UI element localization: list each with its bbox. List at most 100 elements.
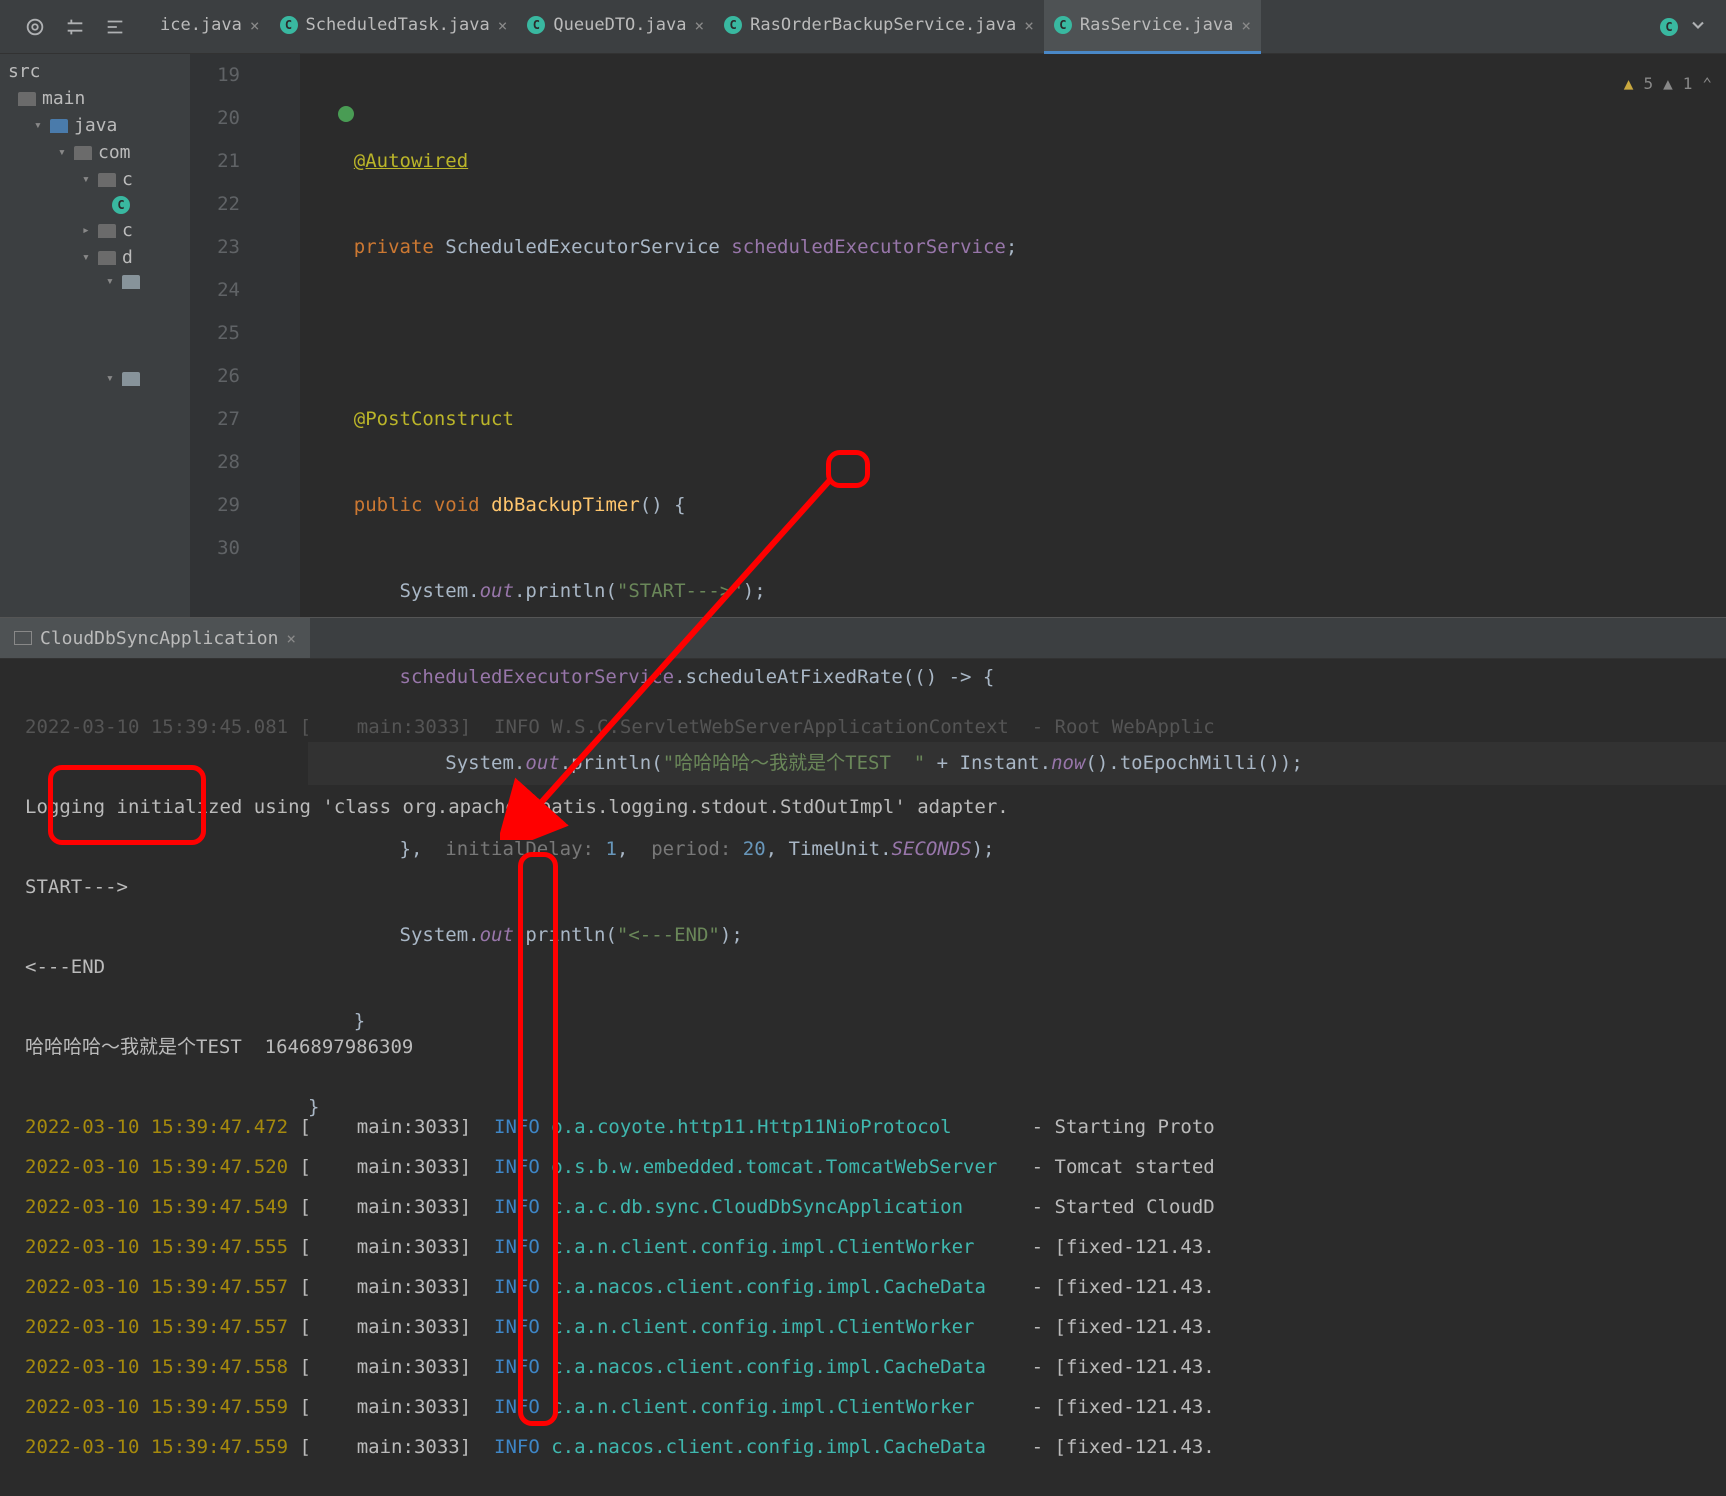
log-line: 2022-03-10 15:39:47.558 [ main:3033] INF… [25, 1347, 1701, 1387]
tree-item[interactable]: ▾ d [0, 244, 190, 271]
log-line: 2022-03-10 15:39:47.557 [ main:3033] INF… [25, 1307, 1701, 1347]
line-number: 26 [190, 355, 240, 398]
chevron-down-icon[interactable]: ▾ [106, 274, 122, 289]
line-number: 22 [190, 183, 240, 226]
folder-icon [122, 275, 140, 289]
line-number: 24 [190, 269, 240, 312]
code-line: System.out.println("<---END"); [308, 914, 1726, 957]
folder-icon [98, 224, 116, 238]
tree-item[interactable]: ▾ com [0, 139, 190, 166]
code-line: public void dbBackupTimer() { [308, 484, 1726, 527]
tree-label: java [74, 115, 117, 136]
tab-rasservice[interactable]: C RasService.java × [1044, 0, 1261, 54]
close-icon[interactable]: × [694, 16, 704, 35]
folder-icon [122, 372, 140, 386]
toolbar-icons [8, 16, 142, 38]
tree-item[interactable]: ▸ c [0, 217, 190, 244]
code-line: } [308, 1086, 1726, 1129]
tree-label: c [122, 220, 133, 241]
warning-count: 1 [1683, 62, 1693, 105]
tree-label: main [42, 88, 85, 109]
chevron-down-icon[interactable]: ▾ [82, 250, 98, 265]
target-icon[interactable] [24, 16, 46, 38]
code-line [308, 312, 1726, 355]
tree-item[interactable]: main [0, 85, 190, 112]
tab-queuedto[interactable]: C QueueDTO.java × [517, 0, 714, 54]
close-icon[interactable]: × [1024, 16, 1034, 35]
line-number: 30 [190, 527, 240, 570]
tree-label: com [98, 142, 131, 163]
main-area: src main ▾ java ▾ com ▾ c C ▸ c [0, 54, 1726, 617]
class-icon: C [527, 16, 545, 34]
tree-root[interactable]: src [0, 58, 190, 85]
chevron-down-icon[interactable]: ▾ [58, 145, 74, 160]
close-icon[interactable]: × [250, 16, 260, 35]
log-line: 2022-03-10 15:39:47.559 [ main:3033] INF… [25, 1427, 1701, 1467]
tab-label: ice.java [160, 15, 242, 35]
code-line: private ScheduledExecutorService schedul… [308, 226, 1726, 269]
warning-icon: ▲ [1663, 62, 1673, 105]
close-icon[interactable]: × [286, 629, 296, 648]
code-line: } [308, 1000, 1726, 1043]
code-editor[interactable]: 19 20 21 22 23 24 25 26 27 28 29 30 ▲ 5 … [190, 54, 1726, 617]
class-icon: C [280, 16, 298, 34]
chevron-down-icon[interactable] [1688, 15, 1708, 39]
code-line: System.out.println("哈哈哈哈～我就是个TEST " + In… [308, 742, 1726, 785]
line-number: 19 [190, 54, 240, 97]
project-sidebar[interactable]: src main ▾ java ▾ com ▾ c C ▸ c [0, 54, 190, 617]
line-number: 20 [190, 97, 240, 140]
tab-rasorderbackup[interactable]: C RasOrderBackupService.java × [714, 0, 1044, 54]
class-icon: C [724, 16, 742, 34]
chevron-down-icon[interactable]: ▾ [82, 172, 98, 187]
chevron-down-icon[interactable]: ▾ [106, 371, 122, 386]
inspection-widget[interactable]: ▲ 5 ▲ 1 ⌃ [1624, 62, 1712, 105]
tab-ice[interactable]: ice.java × [150, 0, 270, 54]
line-number: 25 [190, 312, 240, 355]
line-number: 27 [190, 398, 240, 441]
tree-item[interactable]: ▾ c [0, 166, 190, 193]
close-icon[interactable]: × [1241, 16, 1251, 35]
log-line: 2022-03-10 15:39:47.559 [ main:3033] INF… [25, 1387, 1701, 1427]
folder-icon [98, 251, 116, 265]
editor-tabs: ice.java × C ScheduledTask.java × C Queu… [150, 0, 1718, 54]
line-gutter: 19 20 21 22 23 24 25 26 27 28 29 30 [190, 54, 258, 617]
class-icon: C [1054, 16, 1072, 34]
code-line: }, initialDelay: 1, period: 20, TimeUnit… [308, 828, 1726, 871]
code-line: @Autowired [308, 140, 1726, 183]
line-number: 23 [190, 226, 240, 269]
line-number: 28 [190, 441, 240, 484]
collapse-icon[interactable] [104, 16, 126, 38]
tab-label: QueueDTO.java [553, 15, 686, 35]
chevron-down-icon[interactable]: ▾ [34, 118, 50, 133]
chevron-right-icon[interactable]: ▸ [82, 223, 98, 238]
tree-label: d [122, 247, 133, 268]
tree-label: src [8, 61, 41, 82]
class-icon[interactable]: C [1660, 18, 1678, 36]
toolbar: ice.java × C ScheduledTask.java × C Queu… [0, 0, 1726, 54]
folder-icon [98, 173, 116, 187]
tab-scheduledtask[interactable]: C ScheduledTask.java × [270, 0, 518, 54]
tab-label: RasService.java [1080, 15, 1234, 35]
line-number: 21 [190, 140, 240, 183]
tab-label: RasOrderBackupService.java [750, 15, 1016, 35]
tree-item[interactable]: ▾ [0, 271, 190, 292]
run-tab[interactable]: CloudDbSyncApplication × [0, 618, 310, 658]
tree-item[interactable]: ▾ [0, 368, 190, 389]
tree-item[interactable]: ▾ java [0, 112, 190, 139]
run-tab-label: CloudDbSyncApplication [40, 628, 278, 649]
expand-icon[interactable] [64, 16, 86, 38]
class-icon: C [112, 196, 130, 214]
tree-item[interactable]: C [0, 193, 190, 217]
folder-icon [50, 119, 68, 133]
chevron-up-icon[interactable]: ⌃ [1702, 62, 1712, 105]
code-area[interactable]: ▲ 5 ▲ 1 ⌃ @Autowired private ScheduledEx… [258, 54, 1726, 617]
code-line: @PostConstruct [308, 398, 1726, 441]
folder-icon [74, 146, 92, 160]
line-number: 29 [190, 484, 240, 527]
run-config-icon [14, 631, 32, 645]
log-line: 2022-03-10 15:39:47.557 [ main:3033] INF… [25, 1267, 1701, 1307]
warning-count: 5 [1643, 62, 1653, 105]
close-icon[interactable]: × [498, 16, 508, 35]
tree-label: c [122, 169, 133, 190]
code-line: System.out.println("START--->"); [308, 570, 1726, 613]
